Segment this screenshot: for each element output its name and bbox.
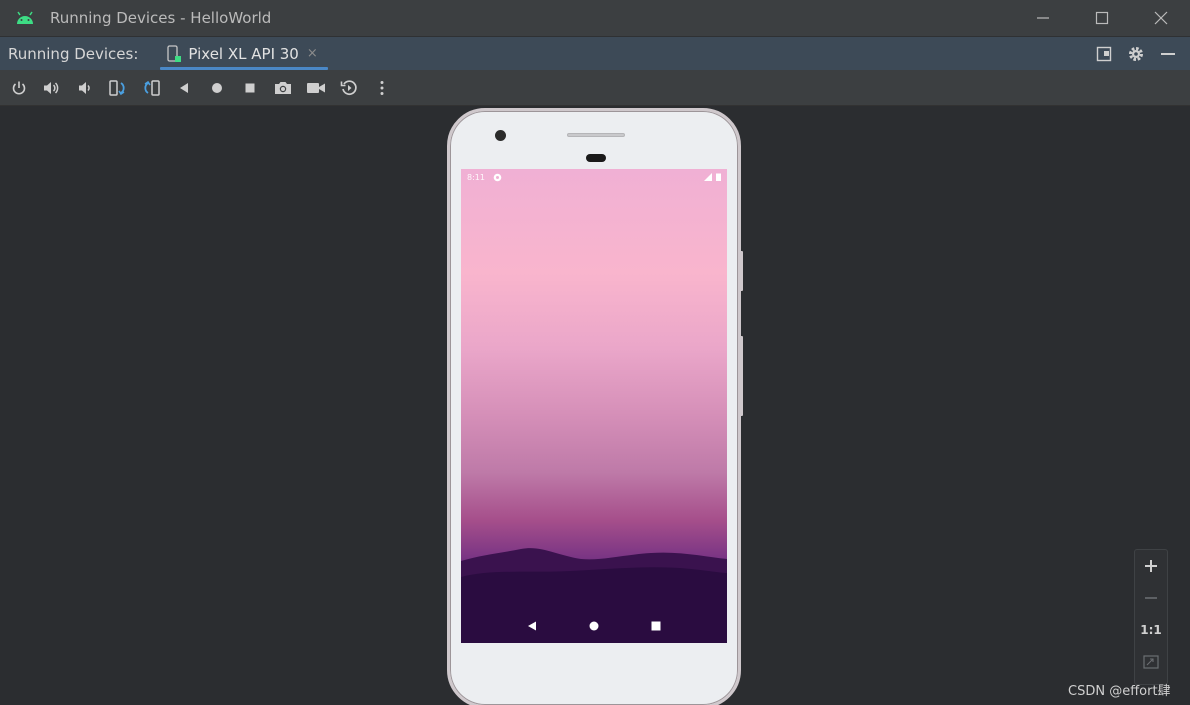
tool-window-title: Running Devices: <box>8 44 139 63</box>
side-button-volume <box>740 336 743 416</box>
tool-window-header: Running Devices: Pixel XL API 30 × <box>0 36 1190 70</box>
snapshot-button[interactable] <box>332 73 365 103</box>
more-icon <box>380 80 383 95</box>
device-icon <box>166 44 182 63</box>
screenshot-icon <box>274 81 291 94</box>
side-button-power <box>740 251 743 291</box>
nav-back-button[interactable] <box>522 616 542 636</box>
watermark: CSDN @effort肆 <box>1068 684 1171 699</box>
window-title: Running Devices - HelloWorld <box>50 9 272 27</box>
status-bar: 8:11 <box>461 169 727 185</box>
proximity-sensor <box>586 154 606 162</box>
close-icon <box>1154 11 1167 25</box>
screenshot-button[interactable] <box>266 73 299 103</box>
zoom-controls: 1:1 <box>1134 549 1168 685</box>
nav-recents-button[interactable] <box>646 616 666 636</box>
rotate-left-button[interactable] <box>101 73 134 103</box>
settings-button[interactable] <box>1120 38 1152 70</box>
screen-record-button[interactable] <box>299 73 332 103</box>
window-controls <box>1013 0 1190 36</box>
nav-back-icon <box>528 621 536 631</box>
volume-down-icon <box>78 81 90 94</box>
screen-record-icon <box>306 82 325 93</box>
nav-home-button[interactable] <box>584 616 604 636</box>
rotate-left-icon <box>108 79 125 96</box>
home-icon <box>211 82 222 93</box>
maximize-button[interactable] <box>1072 0 1131 36</box>
volume-down-button[interactable] <box>68 73 101 103</box>
status-icons <box>704 173 721 181</box>
tool-window-actions <box>1088 37 1184 71</box>
notification-icon <box>493 173 502 182</box>
zoom-fit-button[interactable] <box>1135 646 1167 678</box>
signal-icon <box>704 173 712 181</box>
hide-button[interactable] <box>1152 38 1184 70</box>
ide-window: Running Devices - HelloWorld Running Dev… <box>0 0 1190 705</box>
zoom-out-icon <box>1145 597 1157 599</box>
zoom-out-button[interactable] <box>1135 582 1167 614</box>
earpiece-speaker <box>567 133 625 137</box>
tab-pixel-xl[interactable]: Pixel XL API 30 × <box>160 37 328 71</box>
nav-recents-icon <box>651 621 661 631</box>
back-button[interactable] <box>167 73 200 103</box>
tab-close-icon[interactable]: × <box>307 46 318 61</box>
power-icon <box>12 81 25 95</box>
device-screen[interactable]: 8:11 <box>461 169 727 643</box>
actual-size-label: 1:1 <box>1140 623 1162 637</box>
more-button[interactable] <box>365 73 398 103</box>
zoom-actual-size-button[interactable]: 1:1 <box>1135 614 1167 646</box>
close-window-button[interactable] <box>1131 0 1190 36</box>
gear-icon <box>1129 47 1143 61</box>
rotate-right-icon <box>143 79 160 96</box>
volume-up-button[interactable] <box>35 73 68 103</box>
overview-button[interactable] <box>233 73 266 103</box>
rotate-right-button[interactable] <box>134 73 167 103</box>
minimize-icon <box>1036 17 1049 19</box>
device-display-area: 8:11 1:1 CSDN @effort肆 <box>0 106 1190 705</box>
navigation-bar <box>461 609 727 643</box>
device-frame: 8:11 <box>447 108 743 705</box>
home-button[interactable] <box>200 73 233 103</box>
android-icon <box>14 7 36 29</box>
emulator-toolbar <box>0 70 1190 106</box>
snapshot-icon <box>340 79 357 95</box>
float-window-button[interactable] <box>1088 38 1120 70</box>
float-window-icon <box>1096 46 1112 62</box>
maximize-icon <box>1095 11 1108 25</box>
fit-screen-icon <box>1143 655 1159 669</box>
zoom-in-icon <box>1145 560 1157 572</box>
battery-icon <box>716 173 721 181</box>
zoom-in-button[interactable] <box>1135 550 1167 582</box>
tab-label: Pixel XL API 30 <box>188 44 299 63</box>
volume-up-icon <box>43 81 58 94</box>
power-button[interactable] <box>2 73 35 103</box>
front-camera <box>495 130 506 141</box>
hide-icon <box>1161 53 1175 55</box>
title-bar: Running Devices - HelloWorld <box>0 0 1190 36</box>
nav-home-icon <box>589 621 599 631</box>
overview-icon <box>245 83 254 92</box>
back-icon <box>179 82 188 93</box>
status-time: 8:11 <box>467 172 485 182</box>
minimize-button[interactable] <box>1013 0 1072 36</box>
